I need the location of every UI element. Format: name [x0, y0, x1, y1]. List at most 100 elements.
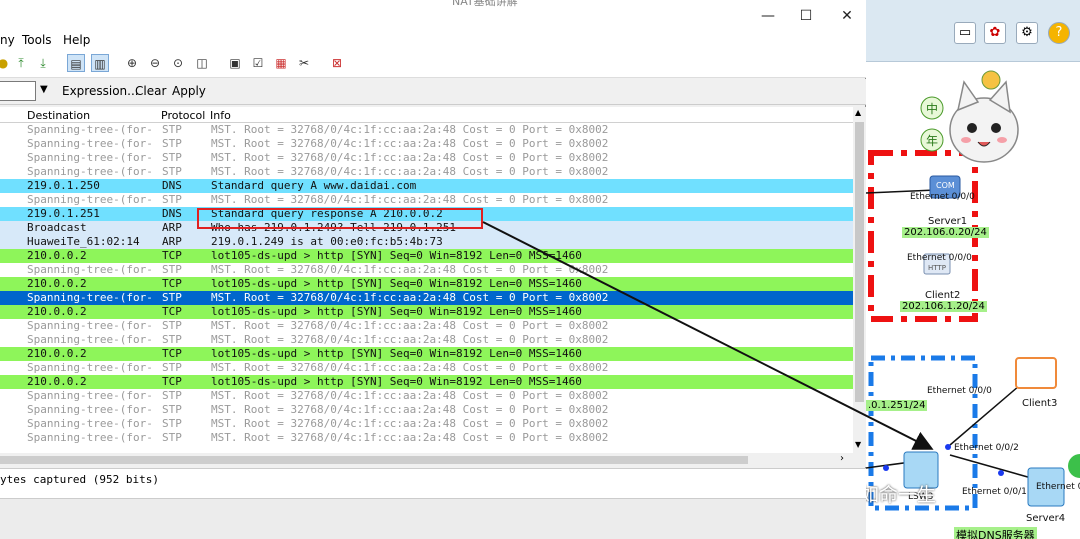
scroll-down-icon[interactable]: ▼	[855, 440, 861, 449]
expression-button[interactable]: Expression...	[62, 84, 139, 98]
horizontal-scroll-thumb[interactable]	[0, 456, 748, 464]
packet-protocol: STP	[162, 361, 182, 374]
port-label-001: Ethernet 0/0/1	[962, 487, 1027, 497]
port-dot	[998, 470, 1004, 476]
packet-info: MST. Root = 32768/0/4c:1f:cc:aa:2a:48 Co…	[211, 431, 609, 444]
help-lifebuoy-icon[interactable]: ⊠	[328, 54, 346, 72]
packet-row[interactable]: Spanning-tree-(for- STP MST. Root = 32768/…	[0, 137, 853, 151]
packet-row[interactable]: HuaweiTe_61:02:14 ARP 219.0.1.249 is at 00…	[0, 235, 853, 249]
packet-protocol: TCP	[162, 375, 182, 388]
packet-protocol: STP	[162, 137, 182, 150]
window-title: NAT基础讲解	[452, 0, 518, 8]
packet-row[interactable]: Spanning-tree-(for- STP MST. Root = 32768/…	[0, 123, 853, 137]
chevron-down-icon[interactable]: ▼	[40, 84, 48, 95]
filter-bar: ▼ Expression... Clear Apply	[0, 79, 866, 105]
packet-destination: Spanning-tree-(for-	[27, 389, 153, 402]
packet-destination: Spanning-tree-(for-	[27, 137, 153, 150]
packet-row[interactable]: Spanning-tree-(for- STP MST. Root = 32768/…	[0, 263, 853, 277]
packet-row[interactable]: 210.0.0.2 TCP lot105-ds-upd > http [SYN] S…	[0, 277, 853, 291]
highlight-box	[197, 208, 483, 229]
go-last-icon[interactable]: ⤓	[34, 54, 52, 72]
client2-label[interactable]: Client2	[925, 290, 960, 301]
packet-row[interactable]: 210.0.0.2 TCP lot105-ds-upd > http [SYN] S…	[0, 347, 853, 361]
packet-row[interactable]: Spanning-tree-(for- STP MST. Root = 32768/…	[0, 151, 853, 165]
packet-destination: Spanning-tree-(for-	[27, 291, 153, 304]
server4-label[interactable]: Server4	[1026, 513, 1065, 524]
packet-protocol: STP	[162, 319, 182, 332]
packet-destination: Spanning-tree-(for-	[27, 361, 153, 374]
menu-item-tools[interactable]: Tools	[22, 33, 52, 47]
go-back-icon[interactable]: ●	[0, 54, 12, 72]
packet-destination: Broadcast	[27, 221, 87, 234]
server1-label[interactable]: Server1	[928, 216, 967, 227]
http-label: HTTP	[928, 264, 946, 272]
preferences-icon[interactable]: ✂	[295, 54, 313, 72]
packet-info: lot105-ds-upd > http [SYN] Seq=0 Win=819…	[211, 375, 582, 388]
packet-row[interactable]: Spanning-tree-(for- STP MST. Root = 32768/…	[0, 431, 853, 445]
packet-row[interactable]: Spanning-tree-(for- STP MST. Root = 32768/…	[0, 403, 853, 417]
menu-item-help[interactable]: Help	[63, 33, 90, 47]
packet-info: MST. Root = 32768/0/4c:1f:cc:aa:2a:48 Co…	[211, 263, 609, 276]
zoom-in-icon[interactable]: ⊕	[123, 54, 141, 72]
topology-drawing	[866, 70, 1080, 511]
packet-row[interactable]: Spanning-tree-(for- STP MST. Root = 32768/…	[0, 165, 853, 179]
scroll-up-icon[interactable]: ▲	[855, 108, 861, 117]
clear-button[interactable]: Clear	[135, 84, 166, 98]
zoom-normal-icon[interactable]: ⊙	[169, 54, 187, 72]
scroll-right-icon[interactable]: ›	[840, 453, 844, 464]
display-filters-icon[interactable]: ☑	[249, 54, 267, 72]
packet-info: MST. Root = 32768/0/4c:1f:cc:aa:2a:48 Co…	[211, 417, 609, 430]
autoscroll-icon[interactable]: ▥	[91, 54, 109, 72]
packet-row[interactable]: Spanning-tree-(for- STP MST. Root = 32768/…	[0, 417, 853, 431]
cat-mascot-icon	[949, 70, 1019, 163]
packet-row[interactable]: 219.0.1.250 DNS Standard query A www.daida…	[0, 179, 853, 193]
client3-label[interactable]: Client3	[1022, 398, 1057, 409]
client2-port-label: Ethernet 0/0/0	[907, 253, 972, 263]
packet-protocol: ARP	[162, 221, 182, 234]
packet-row[interactable]: Spanning-tree-(for- STP MST. Root = 32768/…	[0, 333, 853, 347]
packet-info: lot105-ds-upd > http [SYN] Seq=0 Win=819…	[211, 347, 582, 360]
zoom-out-icon[interactable]: ⊖	[146, 54, 164, 72]
maximize-button[interactable]: ☐	[796, 6, 816, 26]
packet-row[interactable]: Spanning-tree-(for- STP MST. Root = 32768/…	[0, 389, 853, 403]
filter-input[interactable]	[0, 81, 36, 101]
packet-info: MST. Root = 32768/0/4c:1f:cc:aa:2a:48 Co…	[211, 389, 609, 402]
packet-row[interactable]: 210.0.0.2 TCP lot105-ds-upd > http [SYN] S…	[0, 375, 853, 389]
packet-row[interactable]: 210.0.0.2 TCP lot105-ds-upd > http [SYN] S…	[0, 305, 853, 319]
colorize-icon[interactable]: ▤	[67, 54, 85, 72]
packet-destination: Spanning-tree-(for-	[27, 123, 153, 136]
column-info[interactable]: Info	[210, 109, 231, 122]
close-button[interactable]: ✕	[837, 6, 857, 26]
packet-destination: Spanning-tree-(for-	[27, 403, 153, 416]
packet-info: lot105-ds-upd > http [SYN] Seq=0 Win=819…	[211, 277, 582, 290]
packet-row[interactable]: Spanning-tree-(for- STP MST. Root = 32768/…	[0, 361, 853, 375]
packet-row[interactable]: 210.0.0.2 TCP lot105-ds-upd > http [SYN] S…	[0, 249, 853, 263]
horizontal-scrollbar[interactable]: ›	[0, 453, 866, 467]
server1-port-label: Ethernet 0/0/0	[910, 192, 975, 202]
resize-columns-icon[interactable]: ◫	[193, 54, 211, 72]
column-protocol[interactable]: Protocol	[161, 109, 205, 122]
menu-item-telephony[interactable]: ny	[0, 33, 15, 47]
go-first-icon[interactable]: ⤒	[12, 54, 30, 72]
packet-protocol: TCP	[162, 305, 182, 318]
packet-info: Standard query A www.daidai.com	[211, 179, 417, 192]
vertical-scroll-thumb[interactable]	[855, 122, 864, 402]
apply-button[interactable]: Apply	[172, 84, 206, 98]
capture-filters-icon[interactable]: ▣	[226, 54, 244, 72]
column-destination[interactable]: Destination	[27, 109, 90, 122]
client2-ip-badge: 202.106.1.20/24	[900, 301, 987, 312]
packet-protocol: STP	[162, 291, 182, 304]
coloring-rules-icon[interactable]: ▦	[272, 54, 290, 72]
minimize-button[interactable]: —	[758, 6, 778, 26]
topology-canvas: ▭ ✿ ⚙ ? 中 年 COM Ethernet 0/0/0 Server1 2…	[866, 0, 1080, 539]
packet-row[interactable]: Spanning-tree-(for- STP MST. Root = 32768/…	[0, 291, 853, 305]
hanzi-badge-2: 年	[926, 134, 939, 148]
vertical-scrollbar[interactable]: ▲ ▼	[853, 107, 866, 453]
port-label-002: Ethernet 0/0/2	[954, 443, 1019, 453]
frame-detail-line[interactable]: ytes captured (952 bits)	[0, 473, 159, 486]
dns-banner: 模拟DNS服务器	[954, 527, 1037, 539]
packet-info: MST. Root = 32768/0/4c:1f:cc:aa:2a:48 Co…	[211, 291, 609, 304]
packet-row[interactable]: Spanning-tree-(for- STP MST. Root = 32768/…	[0, 193, 853, 207]
packet-row[interactable]: Spanning-tree-(for- STP MST. Root = 32768/…	[0, 319, 853, 333]
hanzi-badge-1: 中	[926, 102, 939, 116]
